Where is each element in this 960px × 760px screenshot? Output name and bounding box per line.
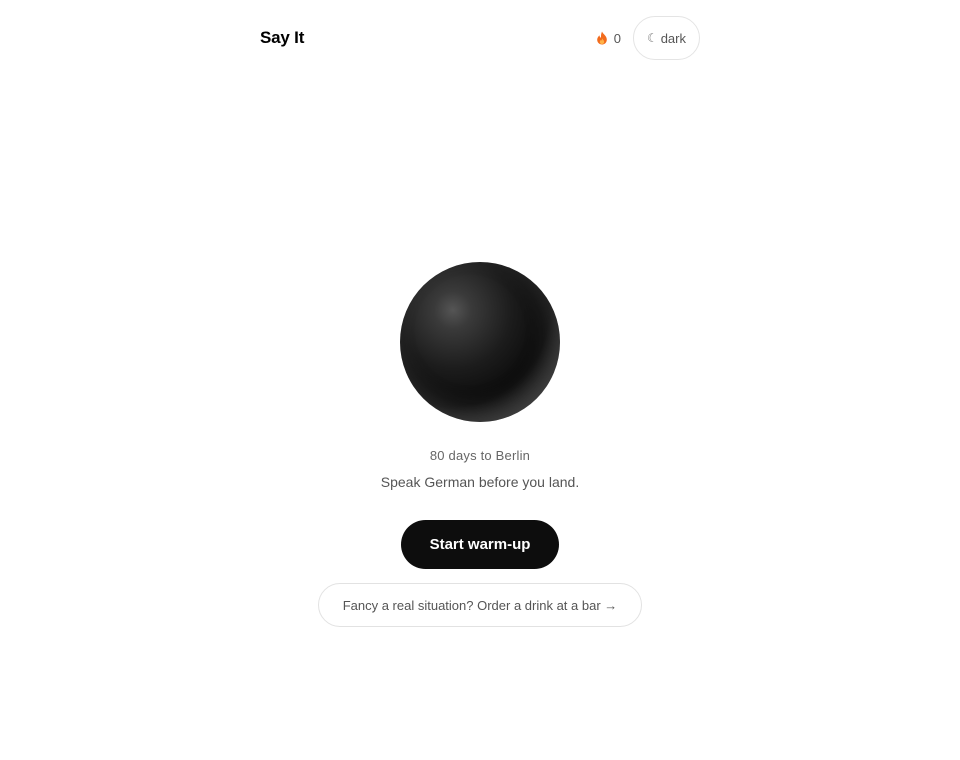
streak-counter: 0 — [596, 31, 621, 46]
app-title: Say It — [260, 28, 305, 47]
theme-toggle-button[interactable]: ☾ dark — [632, 16, 700, 60]
theme-toggle-label: dark — [660, 30, 686, 46]
voice-orb[interactable] — [400, 262, 560, 422]
scenario-link-button[interactable]: Fancy a real situation? Order a drink at… — [318, 583, 642, 627]
tagline: Speak German before you land. — [380, 474, 580, 490]
flame-icon — [596, 31, 607, 45]
streak-count: 0 — [613, 30, 621, 46]
header: Say It 0 ☾ dark — [260, 16, 700, 60]
header-actions: 0 ☾ dark — [596, 16, 700, 60]
start-warmup-button[interactable]: Start warm-up — [401, 520, 559, 569]
moon-icon: ☾ — [646, 31, 658, 45]
countdown-text: 80 days to Berlin — [429, 448, 531, 463]
app-page: Say It 0 ☾ dark 80 days to Berlin Speak … — [0, 0, 960, 760]
